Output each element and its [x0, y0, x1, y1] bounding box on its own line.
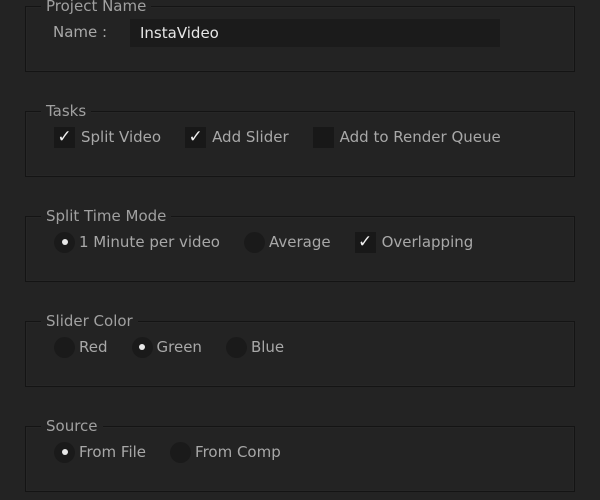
checkbox-label: Split Video — [81, 128, 162, 146]
add-slider-checkbox[interactable]: ✓ Add Slider — [185, 126, 289, 148]
radio-selected-icon — [131, 336, 153, 358]
checkbox-label: Add Slider — [212, 128, 289, 146]
radio-icon — [225, 336, 247, 358]
radio-1-minute[interactable]: 1 Minute per video — [54, 231, 220, 253]
radio-label: 1 Minute per video — [79, 233, 220, 251]
radio-label: Green — [156, 338, 202, 356]
radio-selected-icon — [54, 231, 75, 253]
check-icon: ✓ — [354, 231, 376, 253]
radio-average[interactable]: Average — [243, 231, 331, 253]
radio-from-file[interactable]: From File — [54, 441, 147, 463]
empty-checkbox-box — [312, 126, 334, 148]
name-input[interactable] — [130, 19, 500, 47]
radio-blue[interactable]: Blue — [225, 336, 285, 358]
group-title: Source — [41, 416, 103, 436]
radio-label: Average — [268, 233, 331, 251]
radio-icon — [54, 336, 75, 358]
add-to-render-queue-checkbox[interactable]: Add to Render Queue — [312, 126, 501, 148]
source-group: Source From File From Comp — [25, 416, 575, 492]
radio-label: From Comp — [195, 443, 281, 461]
slider-color-group: Slider Color Red Green Blue — [25, 311, 575, 387]
checkbox-label: Add to Render Queue — [339, 128, 501, 146]
radio-icon — [170, 441, 192, 463]
radio-label: From File — [79, 443, 147, 461]
radio-label: Red — [79, 338, 108, 356]
radio-selected-icon — [54, 441, 75, 463]
name-label: Name : — [53, 23, 108, 41]
overlapping-checkbox[interactable]: ✓ Overlapping — [354, 231, 474, 253]
group-title: Project Name — [41, 0, 152, 16]
split-video-checkbox[interactable]: ✓ Split Video — [54, 126, 162, 148]
group-title: Split Time Mode — [41, 206, 172, 226]
radio-green[interactable]: Green — [131, 336, 202, 358]
radio-from-comp[interactable]: From Comp — [170, 441, 281, 463]
tasks-group: Tasks ✓ Split Video ✓ Add Slider Add to Re… — [25, 101, 575, 177]
project-name-group: Project Name Name : — [25, 0, 575, 72]
split-time-mode-group: Split Time Mode 1 Minute per video Avera… — [25, 206, 575, 282]
check-icon: ✓ — [54, 126, 75, 148]
group-title: Tasks — [41, 101, 92, 121]
check-icon: ✓ — [185, 126, 207, 148]
checkbox-label: Overlapping — [381, 233, 474, 251]
radio-label: Blue — [250, 338, 285, 356]
radio-icon — [243, 231, 265, 253]
radio-red[interactable]: Red — [54, 336, 108, 358]
group-title: Slider Color — [41, 311, 138, 331]
